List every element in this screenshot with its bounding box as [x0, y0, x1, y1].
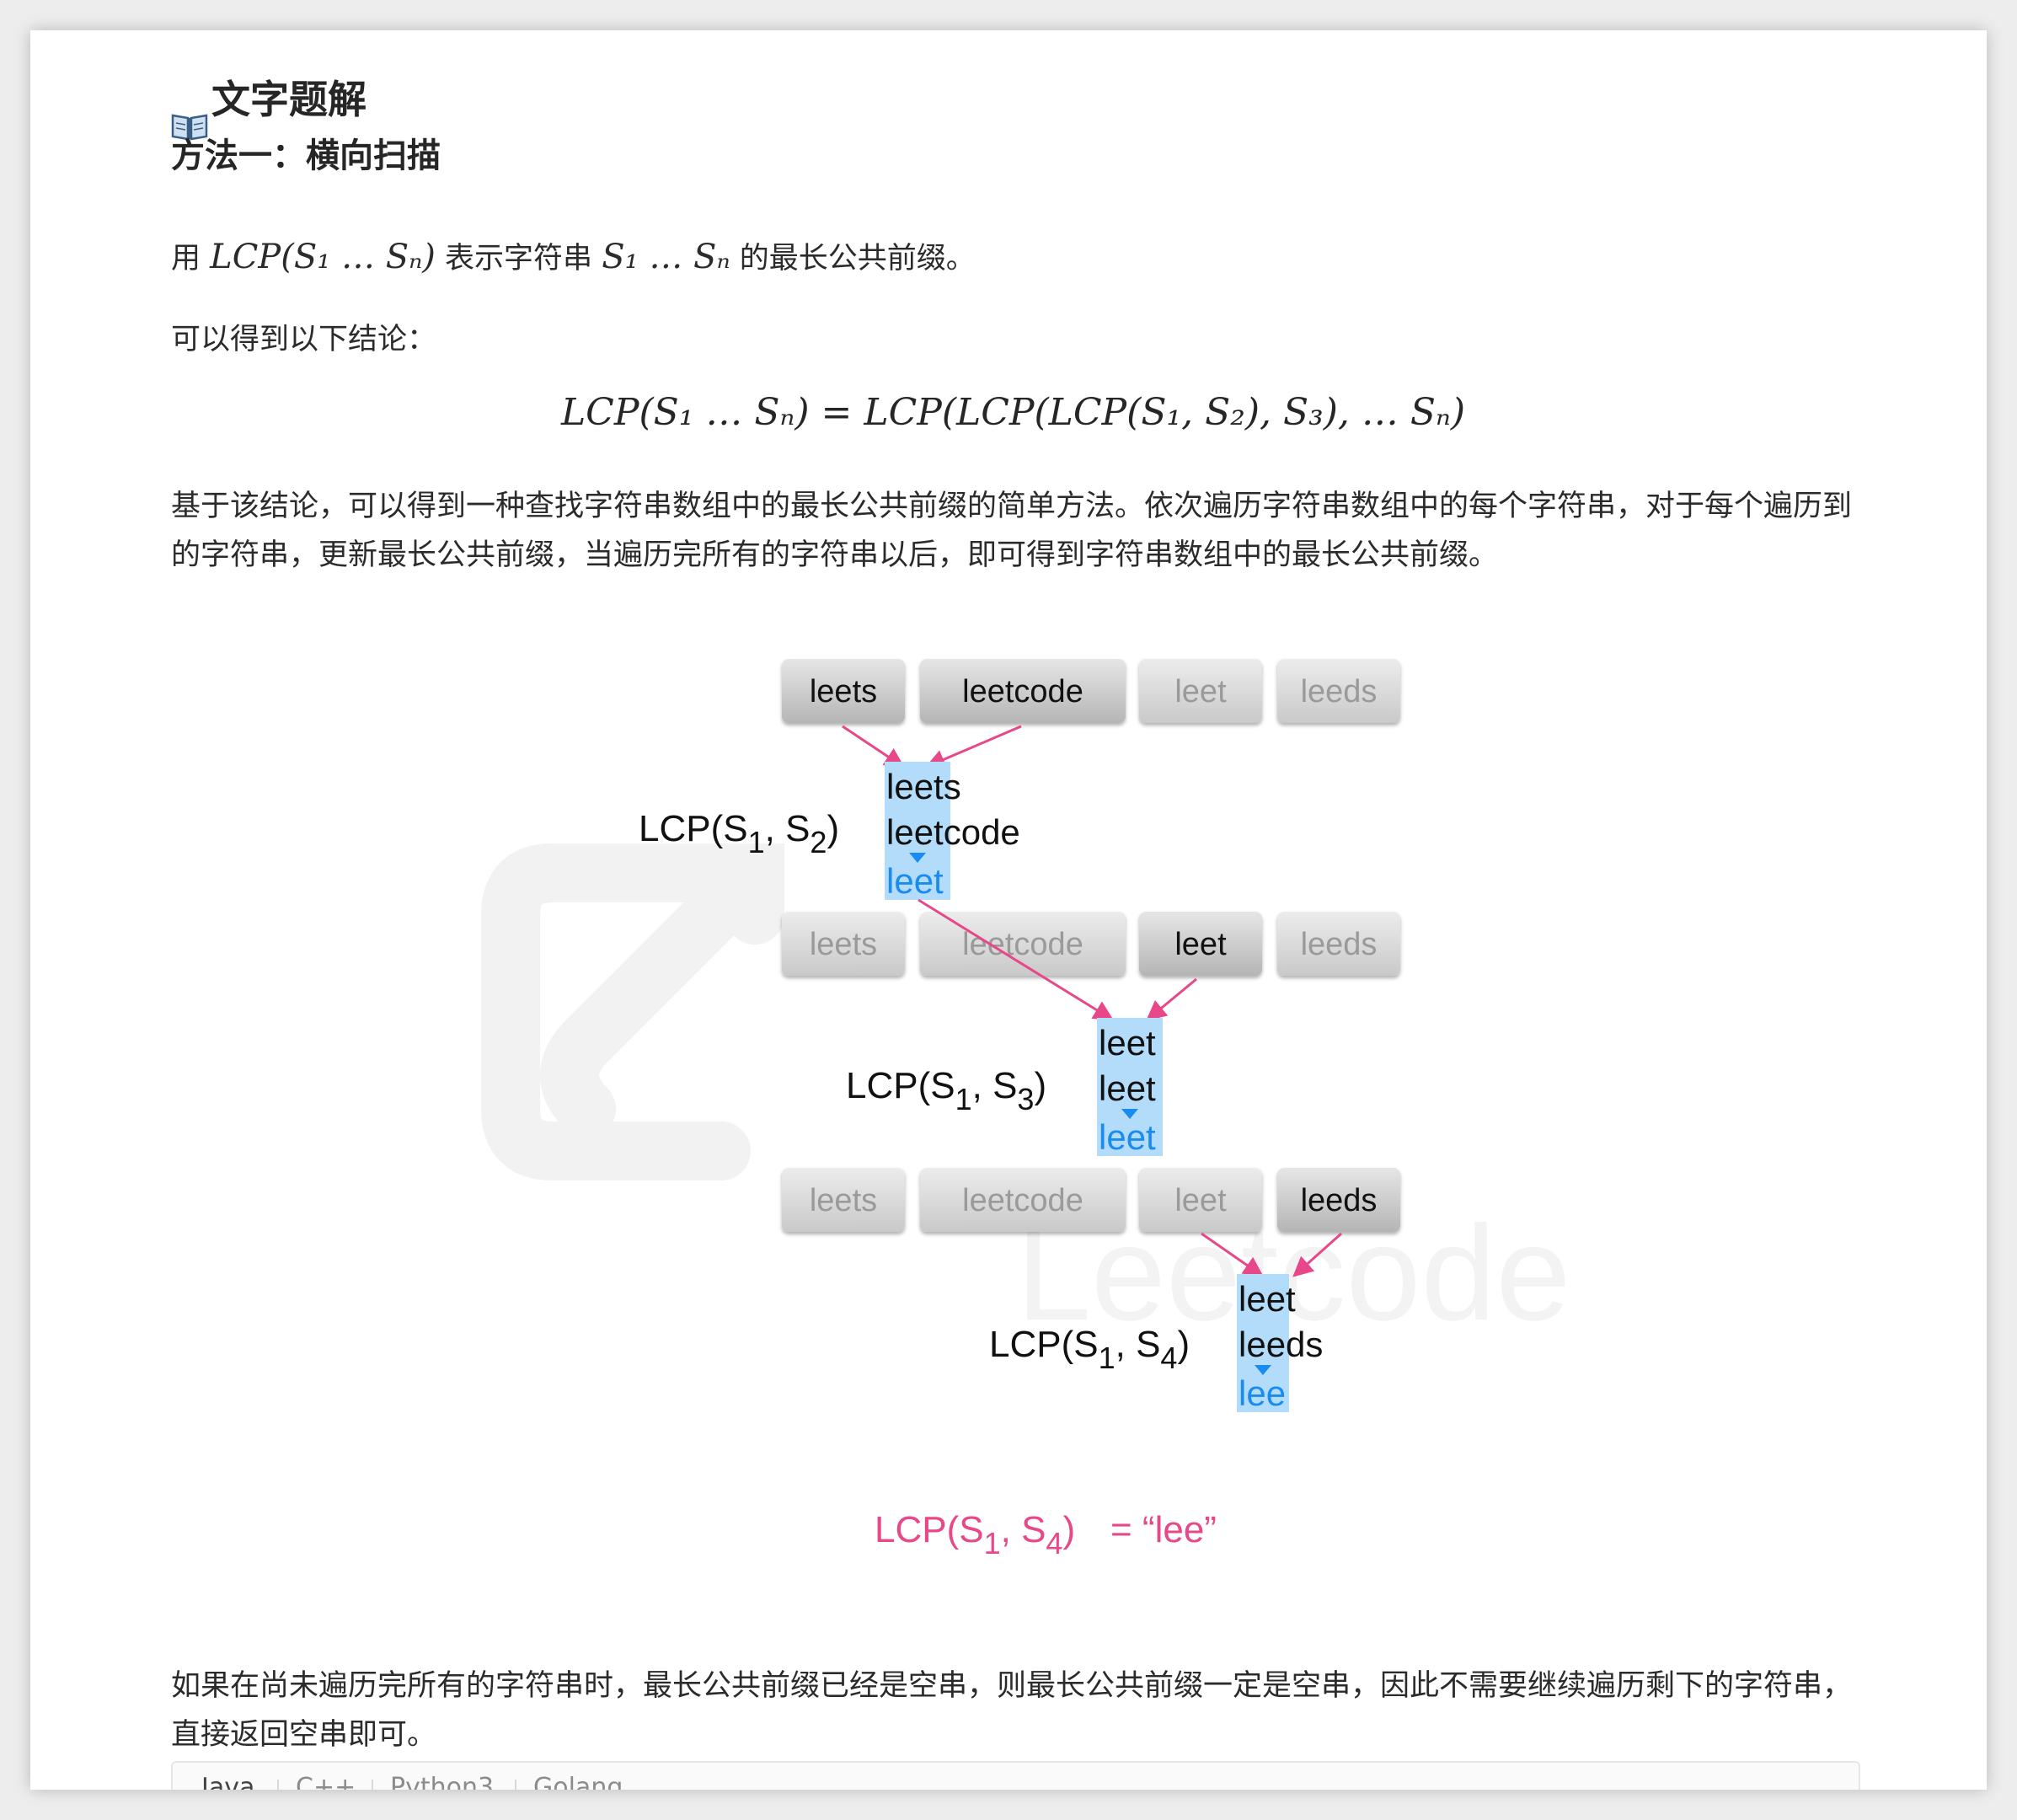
- connector-arrow: [1146, 977, 1197, 1021]
- tab-cpp[interactable]: C++: [296, 1773, 356, 1790]
- string-box-label: leet: [1174, 674, 1227, 709]
- tab-python3[interactable]: Python3: [390, 1773, 494, 1790]
- lcp-step-label: LCP(S1, S3): [846, 1065, 1046, 1116]
- compare-string-top: leet: [1099, 1023, 1156, 1063]
- string-box-label: leetcode: [962, 1183, 1083, 1218]
- prefix-result: leet: [886, 861, 944, 901]
- prefix-result: lee: [1239, 1373, 1286, 1413]
- string-box-label: leeds: [1301, 927, 1378, 962]
- string-box-label: leets: [810, 674, 877, 709]
- string-box-label: leet: [1174, 927, 1227, 962]
- connector-arrow: [924, 725, 1022, 769]
- compare-string-second: leetcode: [886, 812, 1020, 852]
- tab-java[interactable]: Java: [201, 1773, 254, 1790]
- horizontal-scan-diagram: Leetcodeleets leetcode leet leedsleetsleetc…: [481, 659, 1570, 1560]
- compare-string-second: leeds: [1239, 1325, 1323, 1364]
- compare-string-top: leets: [886, 767, 961, 806]
- final-result-label: LCP(S1, S4): [875, 1509, 1075, 1560]
- code-language-tabs: Java C++ Python3 Golang: [171, 1761, 1860, 1790]
- string-box-label: leet: [1174, 1183, 1227, 1218]
- string-box-label: leeds: [1301, 674, 1378, 709]
- string-box-label: leetcode: [962, 927, 1083, 962]
- tab-divider: [372, 1780, 373, 1790]
- tab-divider: [515, 1780, 516, 1790]
- tab-golang[interactable]: Golang: [533, 1773, 623, 1790]
- compare-string-top: leet: [1239, 1279, 1296, 1319]
- string-box-label: leeds: [1301, 1183, 1378, 1218]
- connector-arrow: [842, 725, 905, 768]
- tab-divider: [277, 1780, 279, 1790]
- solution-card: 文字题解 方法一：横向扫描 用 LCP(S₁ … Sₙ) 表示字符串 S₁ … …: [30, 30, 1987, 1790]
- lcp-step-label: LCP(S1, S4): [989, 1324, 1190, 1375]
- prefix-result: leet: [1099, 1117, 1156, 1157]
- string-box-label: leetcode: [962, 674, 1083, 709]
- final-result-value: = “lee”: [1110, 1509, 1217, 1550]
- string-box-label: leets: [810, 1183, 877, 1218]
- string-box-label: leets: [810, 927, 877, 962]
- watermark-logo-icon: [540, 843, 784, 1138]
- compare-string-second: leet: [1099, 1068, 1156, 1108]
